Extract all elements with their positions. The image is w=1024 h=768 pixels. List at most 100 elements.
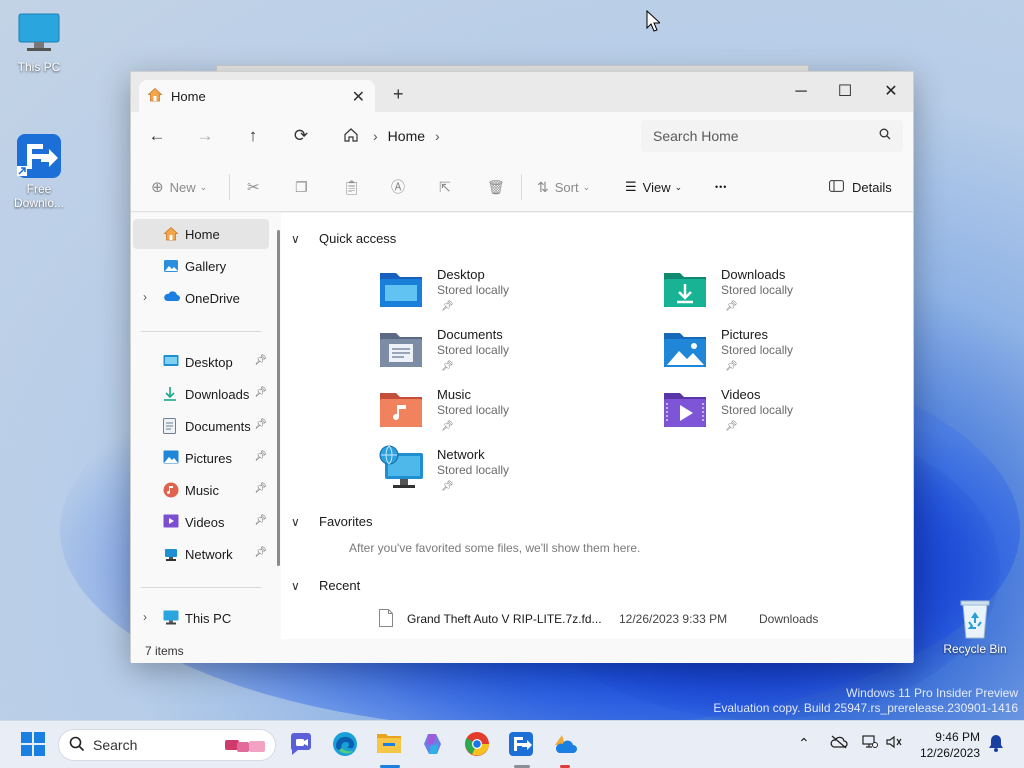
paste-button[interactable]: 📋︎: [343, 176, 361, 198]
sidebar-item-label: This PC: [185, 610, 232, 626]
pictures-icon: [163, 450, 180, 466]
back-button[interactable]: ←: [143, 124, 171, 148]
sidebar-scrollbar[interactable]: [277, 230, 280, 566]
copilot-icon[interactable]: [420, 731, 448, 759]
refresh-button[interactable]: ⟳: [287, 124, 315, 148]
taskbar-search[interactable]: Search: [58, 729, 276, 761]
sidebar-item-this-pc[interactable]: › This PC: [133, 603, 269, 633]
desktop-icon-this-pc[interactable]: This PC: [6, 10, 72, 74]
details-button[interactable]: Details: [829, 176, 892, 198]
rename-button[interactable]: Ⓐ: [391, 176, 405, 198]
chevron-down-icon: ∨: [291, 231, 300, 246]
desktop-icon-free-download[interactable]: Free Downlo...: [6, 104, 72, 224]
quick-access-music[interactable]: Music Stored locally 📌︎: [379, 387, 619, 439]
show-hidden-icons-button[interactable]: ⌃: [798, 735, 810, 752]
recent-file-row[interactable]: Grand Theft Auto V RIP-LITE.7z.fd... 12/…: [379, 607, 818, 631]
sidebar-item-home[interactable]: Home: [133, 219, 269, 249]
videos-icon: [163, 514, 180, 530]
new-button[interactable]: ⊕ New ⌄: [151, 176, 207, 198]
chat-app-icon[interactable]: [288, 731, 316, 759]
address-bar[interactable]: › Home ›: [333, 120, 629, 152]
mouse-cursor-icon: [646, 9, 662, 35]
tile-name: Videos: [721, 387, 761, 402]
download-manager-icon: [15, 118, 63, 178]
sidebar-item-label: Desktop: [185, 354, 233, 370]
sidebar-item-network[interactable]: Network 📌︎: [133, 539, 269, 569]
sidebar-item-label: Gallery: [185, 258, 227, 274]
view-button[interactable]: ☰ View ⌄: [625, 176, 682, 198]
onedrive-offline-icon[interactable]: [830, 735, 848, 752]
gallery-icon: [163, 258, 180, 274]
clock[interactable]: 9:46 PM 12/26/2023: [920, 729, 980, 761]
download-manager-taskbar-icon[interactable]: [508, 731, 536, 759]
up-button[interactable]: ↑: [239, 124, 267, 148]
sidebar-item-onedrive[interactable]: › OneDrive: [133, 283, 269, 313]
recycle-bin-icon: [955, 598, 995, 640]
sidebar-item-downloads[interactable]: Downloads 📌︎: [133, 379, 269, 409]
sidebar-item-documents[interactable]: Documents 📌︎: [133, 411, 269, 441]
file-explorer-taskbar-icon[interactable]: [376, 731, 404, 759]
sort-label: Sort: [554, 179, 579, 195]
tile-subtitle: Stored locally: [721, 283, 794, 297]
sidebar-item-desktop[interactable]: Desktop 📌︎: [133, 347, 269, 377]
quick-access-desktop[interactable]: Desktop Stored locally 📌︎: [379, 267, 619, 319]
sidebar-item-pictures[interactable]: Pictures 📌︎: [133, 443, 269, 473]
start-button[interactable]: [20, 731, 48, 759]
downloads-folder-icon: [663, 269, 707, 309]
more-options-button[interactable]: •••: [715, 176, 727, 198]
section-favorites[interactable]: ∨ Favorites: [291, 514, 372, 529]
breadcrumb-home[interactable]: Home: [388, 128, 425, 144]
cloud-icon: [163, 290, 180, 306]
onedrive-app-icon[interactable]: [552, 731, 580, 759]
scissors-icon: ✂: [247, 179, 260, 196]
recent-file-location: Downloads: [759, 612, 819, 626]
sort-button[interactable]: ⇅ Sort ⌄: [537, 176, 590, 198]
pin-icon: 📌︎: [441, 361, 454, 372]
section-title: Quick access: [319, 231, 397, 246]
search-input[interactable]: Search Home: [641, 120, 903, 152]
desktop-icon-recycle-bin[interactable]: Recycle Bin: [942, 598, 1008, 656]
sort-icon: ⇅: [537, 178, 549, 195]
maximize-button[interactable]: ☐: [823, 78, 867, 106]
quick-access-videos[interactable]: Videos Stored locally 📌︎: [663, 387, 903, 439]
notification-bell-icon[interactable]: [988, 734, 1004, 755]
recent-file-name: Grand Theft Auto V RIP-LITE.7z.fd...: [407, 612, 602, 626]
divider: [521, 174, 522, 200]
tile-subtitle: Stored locally: [721, 343, 794, 357]
sidebar-item-videos[interactable]: Videos 📌︎: [133, 507, 269, 537]
quick-access-network[interactable]: Network Stored locally 📌︎: [379, 445, 619, 499]
quick-access-pictures[interactable]: Pictures Stored locally 📌︎: [663, 327, 903, 379]
music-icon: [163, 482, 180, 498]
tile-subtitle: Stored locally: [437, 463, 510, 477]
section-recent[interactable]: ∨ Recent: [291, 578, 360, 593]
new-tab-button[interactable]: +: [393, 84, 404, 105]
edge-browser-icon[interactable]: [332, 731, 360, 759]
command-bar: ⊕ New ⌄ ✂ ❐ 📋︎ Ⓐ ⇱ 🗑︎ ⇅ Sort ⌄ ☰ View ⌄ …: [131, 160, 913, 212]
taskbar-search-label: Search: [93, 737, 138, 753]
divider: [141, 331, 261, 332]
sidebar-item-gallery[interactable]: Gallery: [133, 251, 269, 281]
forward-button[interactable]: →: [191, 124, 219, 148]
quick-access-downloads[interactable]: Downloads Stored locally 📌︎: [663, 267, 903, 319]
videos-folder-icon: [663, 389, 707, 429]
tile-name: Network: [437, 447, 485, 462]
close-window-button[interactable]: ✕: [869, 78, 913, 106]
network-status-icon[interactable]: [862, 735, 878, 752]
tab-home[interactable]: Home ✕: [139, 80, 375, 112]
close-tab-icon[interactable]: ✕: [352, 87, 365, 107]
chrome-browser-icon[interactable]: [464, 731, 492, 759]
delete-button[interactable]: 🗑︎: [487, 176, 505, 198]
quick-access-documents[interactable]: Documents Stored locally 📌︎: [379, 327, 619, 379]
section-quick-access[interactable]: ∨ Quick access: [291, 231, 397, 246]
copy-button[interactable]: ❐: [295, 176, 308, 198]
pin-icon: 📌︎: [254, 419, 267, 430]
pin-icon: 📌︎: [254, 387, 267, 398]
pin-icon: 📌︎: [441, 301, 454, 312]
sidebar-item-music[interactable]: Music 📌︎: [133, 475, 269, 505]
share-button[interactable]: ⇱: [439, 176, 451, 198]
minimize-button[interactable]: ─: [779, 78, 823, 106]
clock-date: 12/26/2023: [919, 746, 980, 760]
cut-button[interactable]: ✂: [247, 176, 260, 198]
speaker-muted-icon[interactable]: [886, 735, 902, 752]
divider: [229, 174, 230, 200]
